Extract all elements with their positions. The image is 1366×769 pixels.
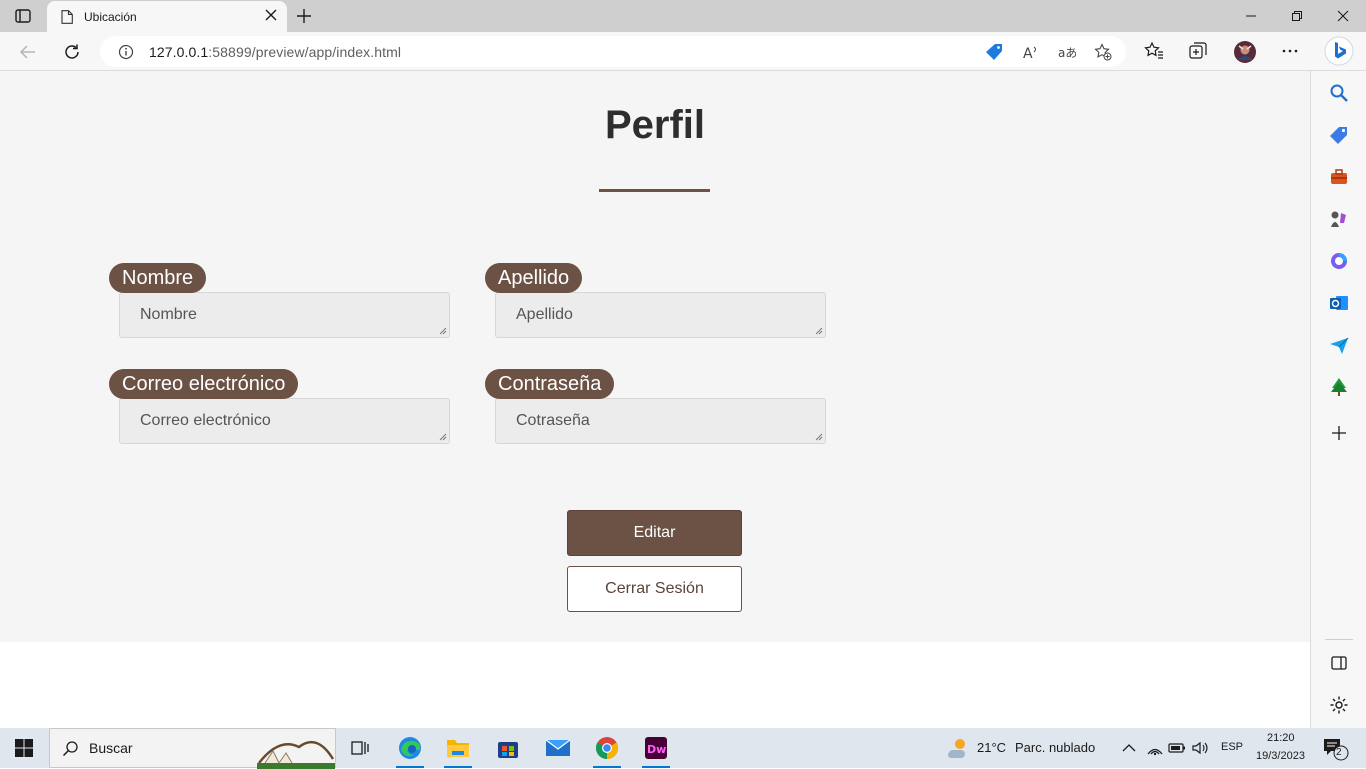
close-window-button[interactable] <box>1320 0 1366 32</box>
close-icon <box>1337 10 1349 22</box>
apellido-field[interactable]: Apellido <box>495 292 826 338</box>
new-tab-icon[interactable] <box>296 8 312 24</box>
microsoft-365-icon[interactable] <box>1329 251 1349 271</box>
edit-button[interactable]: Editar <box>567 510 742 556</box>
page-icon <box>61 9 73 24</box>
settings-gear-icon[interactable] <box>1329 695 1349 715</box>
url-text: 127.0.0.1:58899/preview/app/index.html <box>149 43 402 60</box>
clock-date[interactable]: 19/3/2023 <box>1256 750 1305 762</box>
weather-temperature[interactable]: 21°C <box>977 740 1006 755</box>
apellido-label: Apellido <box>485 263 583 293</box>
refresh-icon <box>65 44 79 59</box>
resize-grip-icon[interactable] <box>815 327 823 335</box>
address-bar[interactable]: 127.0.0.1:58899/preview/app/index.html A… <box>100 36 1126 67</box>
tab-title: Ubicación <box>84 9 137 24</box>
wifi-icon[interactable] <box>1146 739 1164 757</box>
profile-section: Perfil Nombre Nombre Apellido Apellido C… <box>0 71 1310 642</box>
taskbar-search[interactable]: Buscar <box>49 728 336 769</box>
mail-taskbar-app[interactable] <box>534 728 582 768</box>
info-icon[interactable] <box>118 44 134 60</box>
collections-icon[interactable] <box>1188 41 1208 61</box>
browser-toolbar: 127.0.0.1:58899/preview/app/index.html A… <box>0 32 1366 71</box>
translate-icon[interactable]: aあ <box>1058 43 1076 61</box>
task-view-icon <box>351 741 369 755</box>
weather-icon[interactable] <box>944 735 970 761</box>
language-indicator[interactable]: ESP <box>1221 741 1243 753</box>
shopping-tag-icon[interactable] <box>986 43 1004 61</box>
sydney-opera-house-icon <box>257 740 335 769</box>
games-icon[interactable] <box>1329 209 1349 229</box>
task-view-button[interactable] <box>336 728 384 768</box>
title-divider <box>599 189 710 192</box>
folder-icon <box>447 740 469 757</box>
correo-label: Correo electrónico <box>109 369 299 399</box>
tree-icon[interactable] <box>1329 377 1349 397</box>
battery-icon[interactable] <box>1168 740 1186 756</box>
edge-taskbar-app[interactable] <box>386 728 434 768</box>
svg-text:Dw: Dw <box>647 743 666 756</box>
mail-icon <box>545 739 571 756</box>
profile-avatar-icon[interactable] <box>1233 40 1257 64</box>
tab-bar: Ubicación <box>0 0 1366 32</box>
search-icon[interactable] <box>1329 83 1349 103</box>
nombre-placeholder: Nombre <box>140 306 197 323</box>
dreamweaver-icon: Dw <box>645 737 667 759</box>
resize-grip-icon[interactable] <box>439 327 447 335</box>
search-icon <box>62 740 78 756</box>
svg-text:A: A <box>1023 46 1033 61</box>
svg-text:aあ: aあ <box>1058 46 1076 60</box>
correo-placeholder: Correo electrónico <box>140 412 271 429</box>
edge-sidebar <box>1310 71 1366 728</box>
tab-actions-icon[interactable] <box>14 7 32 25</box>
chevron-up-icon[interactable] <box>1122 742 1136 754</box>
edge-icon <box>399 737 421 759</box>
file-explorer-taskbar-app[interactable] <box>434 728 482 768</box>
dreamweaver-taskbar-app[interactable]: Dw <box>632 728 680 768</box>
volume-icon[interactable] <box>1191 739 1209 757</box>
resize-grip-icon[interactable] <box>439 433 447 441</box>
back-button[interactable] <box>17 41 39 63</box>
refresh-button[interactable] <box>61 41 83 63</box>
search-label: Buscar <box>89 740 133 756</box>
nombre-field[interactable]: Nombre <box>119 292 450 338</box>
windows-taskbar: Buscar Dw 21°C Parc. nublado ESP 21:20 1… <box>0 728 1366 769</box>
resize-grip-icon[interactable] <box>815 433 823 441</box>
chrome-taskbar-app[interactable] <box>583 728 631 768</box>
outlook-icon[interactable] <box>1329 293 1349 313</box>
send-icon[interactable] <box>1329 335 1349 355</box>
clock-time[interactable]: 21:20 <box>1267 732 1295 744</box>
contrasena-placeholder: Cotraseña <box>516 412 590 429</box>
favorites-icon[interactable] <box>1144 41 1164 61</box>
nombre-label: Nombre <box>109 263 207 293</box>
weather-description[interactable]: Parc. nublado <box>1015 740 1095 755</box>
read-aloud-icon[interactable]: A <box>1022 43 1040 61</box>
logout-button[interactable]: Cerrar Sesión <box>567 566 742 612</box>
minimize-icon <box>1246 15 1256 17</box>
more-options-icon[interactable] <box>1280 41 1300 61</box>
add-icon[interactable] <box>1329 423 1349 443</box>
windows-start-icon[interactable] <box>14 738 34 758</box>
restore-icon <box>1292 11 1302 21</box>
chrome-icon <box>596 737 618 759</box>
browser-tab[interactable]: Ubicación <box>47 1 287 32</box>
contrasena-field[interactable]: Cotraseña <box>495 398 826 444</box>
restore-button[interactable] <box>1274 0 1320 32</box>
hide-sidebar-icon[interactable] <box>1329 653 1349 673</box>
tools-icon[interactable] <box>1329 167 1349 187</box>
page-viewport: Perfil Nombre Nombre Apellido Apellido C… <box>0 71 1310 728</box>
contrasena-label: Contraseña <box>485 369 615 399</box>
sidebar-divider <box>1325 639 1353 640</box>
bing-copilot-icon[interactable] <box>1324 36 1354 66</box>
apellido-placeholder: Apellido <box>516 306 573 323</box>
minimize-button[interactable] <box>1228 0 1274 32</box>
add-favorite-icon[interactable] <box>1094 43 1112 61</box>
microsoft-store-icon <box>498 742 518 758</box>
notification-count: 2 <box>1336 747 1342 758</box>
shopping-icon[interactable] <box>1329 125 1349 145</box>
close-tab-icon[interactable] <box>265 9 277 21</box>
page-title: Perfil <box>604 103 706 147</box>
correo-field[interactable]: Correo electrónico <box>119 398 450 444</box>
back-arrow-icon <box>19 45 35 59</box>
store-taskbar-app[interactable] <box>484 728 532 768</box>
